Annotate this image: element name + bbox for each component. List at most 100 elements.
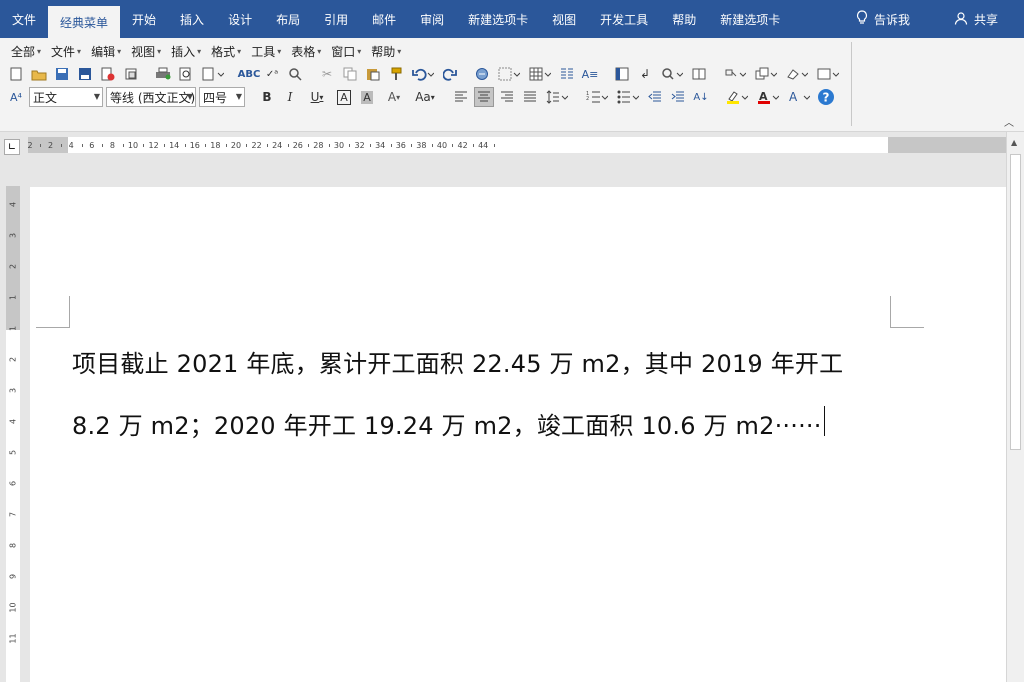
tab-references[interactable]: 引用 — [312, 0, 360, 38]
undo-icon[interactable] — [409, 64, 437, 84]
tab-layout[interactable]: 布局 — [264, 0, 312, 38]
save-as-icon[interactable] — [75, 64, 95, 84]
horizontal-ruler[interactable]: 2 2 4 6 8 10 12 14 16 18 20 22 24 26 28 30 32 34 36 38 40 42 4… — [27, 137, 1006, 153]
share-button[interactable]: 共享 — [954, 0, 998, 38]
style-combo[interactable]: 正文 ▼ — [29, 87, 103, 107]
show-formatting-icon[interactable]: ↲ — [635, 64, 655, 84]
menu-table[interactable]: 表格 ▾ — [286, 42, 326, 60]
numbering-icon[interactable]: 12 — [583, 87, 611, 107]
permission-icon[interactable] — [121, 64, 141, 84]
tab-review[interactable]: 审阅 — [408, 0, 456, 38]
underline-icon[interactable]: U ▾ — [303, 87, 331, 107]
menu-help[interactable]: 帮助 ▾ — [366, 42, 406, 60]
new-document-icon[interactable] — [6, 64, 26, 84]
menu-window[interactable]: 窗口 ▾ — [326, 42, 366, 60]
menu-all[interactable]: 全部 ▾ — [6, 42, 46, 60]
paragraph-line-2[interactable]: 8.2 万 m2；2020 年开工 19.24 万 m2，竣工面积 10.6 万… — [72, 406, 822, 441]
print-setup-icon[interactable] — [199, 64, 227, 84]
bold-icon[interactable]: B — [257, 87, 277, 107]
vertical-scrollbar[interactable]: ▲ — [1006, 132, 1024, 682]
copy-icon[interactable] — [340, 64, 360, 84]
print-icon[interactable] — [153, 64, 173, 84]
tab-design[interactable]: 设计 — [216, 0, 264, 38]
collapse-ribbon-icon[interactable]: ︿ — [1004, 114, 1014, 129]
scroll-thumb[interactable] — [1010, 154, 1021, 450]
cut-icon[interactable]: ✂ — [317, 64, 337, 84]
shapes-icon[interactable] — [721, 64, 749, 84]
styles-icon[interactable]: A — [785, 87, 813, 107]
borders-icon[interactable] — [495, 64, 523, 84]
tab-mailings[interactable]: 邮件 — [360, 0, 408, 38]
ruler-number: 12 — [148, 141, 159, 150]
menu-edit[interactable]: 编辑 ▾ — [86, 42, 126, 60]
font-combo[interactable]: 等线 (西文正文) ▼ — [106, 87, 196, 107]
tab-insert[interactable]: 插入 — [168, 0, 216, 38]
insert-table-icon[interactable] — [526, 64, 554, 84]
tab-new-1[interactable]: 新建选项卡 — [456, 0, 540, 38]
vertical-ruler-number: 8 — [8, 542, 18, 549]
tab-file[interactable]: 文件 — [0, 0, 48, 38]
tell-me-box[interactable]: 告诉我 — [856, 0, 910, 38]
highlight-icon[interactable] — [723, 87, 751, 107]
reading-view-icon[interactable] — [689, 64, 709, 84]
scroll-up-icon[interactable]: ▲ — [1011, 138, 1017, 147]
lightbulb-icon — [856, 10, 868, 28]
navigation-pane-icon[interactable] — [612, 64, 632, 84]
ruler-number: 34 — [375, 141, 386, 150]
change-case-icon[interactable]: Aa ▾ — [411, 87, 439, 107]
hyperlink-icon[interactable] — [472, 64, 492, 84]
justify-icon[interactable] — [520, 87, 540, 107]
italic-icon[interactable]: I — [280, 87, 300, 107]
save-icon[interactable] — [52, 64, 72, 84]
bullets-icon[interactable] — [614, 87, 642, 107]
menu-insert[interactable]: 插入 ▾ — [166, 42, 206, 60]
character-border-icon[interactable]: A — [334, 87, 354, 107]
text-direction-icon[interactable]: A≡ — [580, 64, 600, 84]
tab-view[interactable]: 视图 — [540, 0, 588, 38]
tab-selector[interactable]: ∟ — [4, 139, 20, 155]
align-left-icon[interactable] — [451, 87, 471, 107]
arrange-icon[interactable] — [752, 64, 780, 84]
tab-home[interactable]: 开始 — [120, 0, 168, 38]
styles-pane-icon[interactable]: A⁴ — [6, 87, 26, 107]
vertical-ruler[interactable]: 4 3 2 1 1 2 3 4 5 6 7 8 9 10 11 — [6, 186, 20, 682]
toolbar-row-1: ABC ✓ᵃ ✂ A≡ ↲ — [6, 63, 842, 85]
font-color-icon[interactable]: A — [754, 87, 782, 107]
font-size-combo[interactable]: 四号 ▼ — [199, 87, 245, 107]
paragraph-line-1[interactable]: 项目截止 2021 年底，累计开工面积 22.45 万 m2，其中 2019 年… — [72, 344, 843, 379]
menu-view[interactable]: 视图 ▾ — [126, 42, 166, 60]
vertical-ruler-number: 4 — [8, 201, 18, 208]
format-painter-icon[interactable] — [386, 64, 406, 84]
decrease-indent-icon[interactable] — [645, 87, 665, 107]
sort-icon[interactable]: A↓ — [691, 87, 711, 107]
help-circle-icon[interactable]: ? — [816, 87, 836, 107]
tab-developer[interactable]: 开发工具 — [588, 0, 660, 38]
columns-icon[interactable] — [557, 64, 577, 84]
text-effects-icon[interactable]: A ▾ — [380, 87, 408, 107]
paste-icon[interactable] — [363, 64, 383, 84]
research-icon[interactable] — [285, 64, 305, 84]
ruler-minor-mark — [81, 144, 83, 147]
tab-help[interactable]: 帮助 — [660, 0, 708, 38]
clear-formatting-icon[interactable] — [783, 64, 811, 84]
spelling-icon[interactable]: ABC — [238, 64, 261, 84]
redo-icon[interactable] — [440, 64, 460, 84]
menu-tools[interactable]: 工具 ▾ — [246, 42, 286, 60]
thesaurus-icon[interactable]: ✓ᵃ — [262, 64, 282, 84]
menu-file[interactable]: 文件 ▾ — [46, 42, 86, 60]
print-preview-icon[interactable] — [176, 64, 196, 84]
line-spacing-icon[interactable] — [543, 87, 571, 107]
text-box-icon[interactable] — [814, 64, 842, 84]
ruler-minor-mark — [411, 144, 413, 147]
ruler-minor-mark — [122, 144, 124, 147]
tab-classic-menu[interactable]: 经典菜单 — [48, 6, 121, 38]
character-shading-icon[interactable]: A — [357, 87, 377, 107]
find-icon[interactable] — [658, 64, 686, 84]
menu-format[interactable]: 格式 ▾ — [206, 42, 246, 60]
increase-indent-icon[interactable] — [668, 87, 688, 107]
open-folder-icon[interactable] — [29, 64, 49, 84]
align-right-icon[interactable] — [497, 87, 517, 107]
close-document-icon[interactable] — [98, 64, 118, 84]
align-center-icon[interactable] — [474, 87, 494, 107]
tab-new-2[interactable]: 新建选项卡 — [708, 0, 792, 38]
